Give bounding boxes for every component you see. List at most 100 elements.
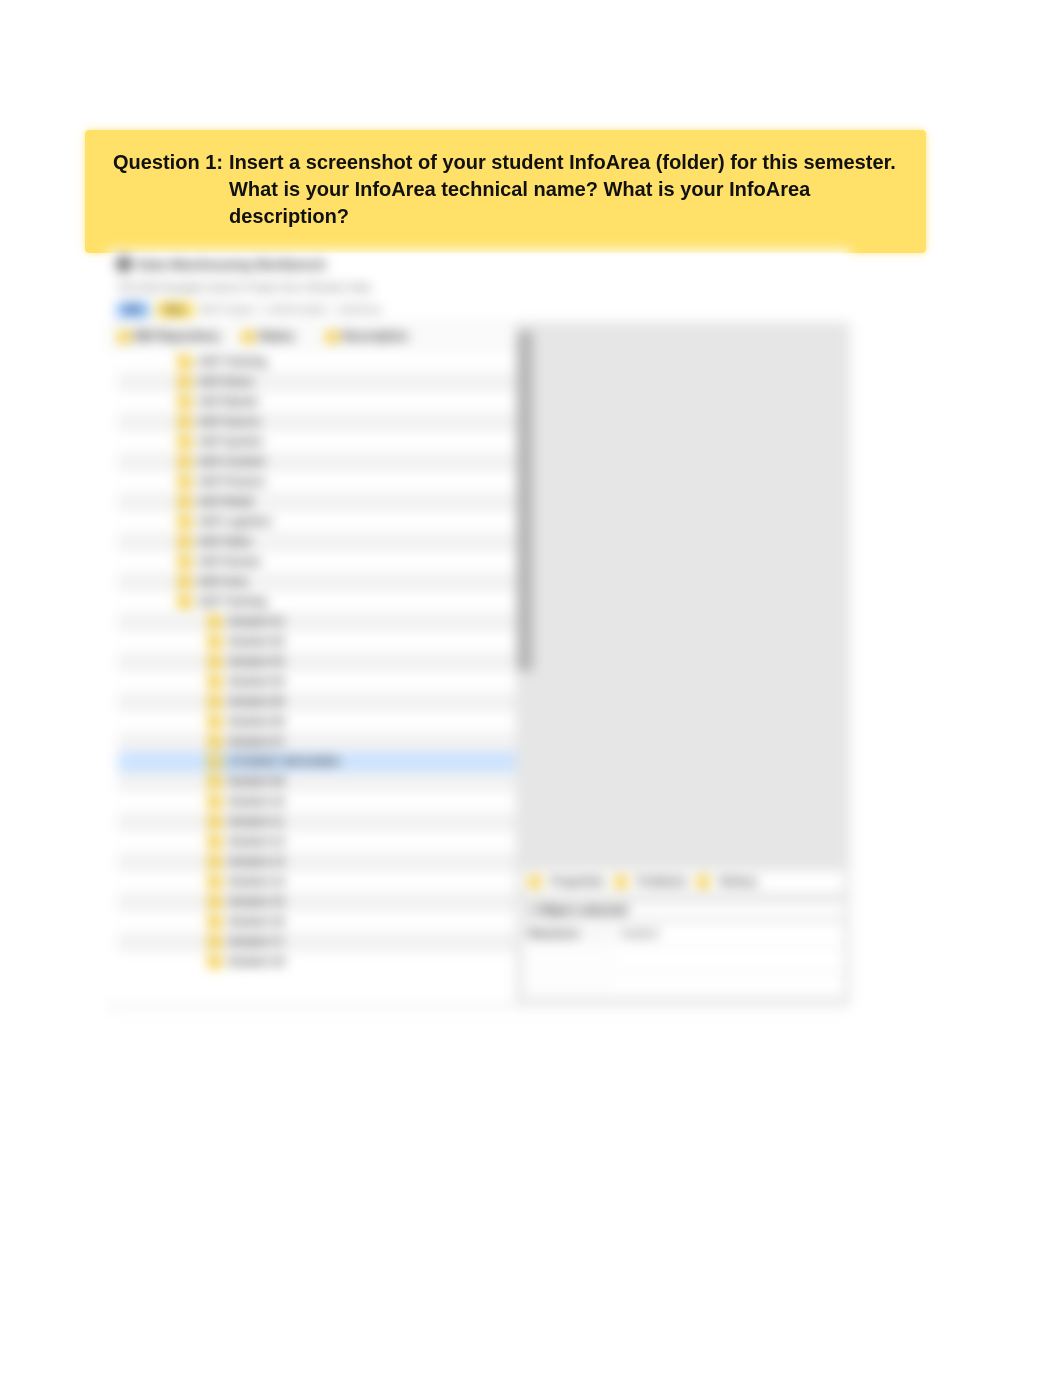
- tree-node[interactable]: SAP Finance: [118, 472, 516, 492]
- folder-icon: [178, 417, 192, 428]
- folder-icon: [208, 757, 222, 768]
- folder-icon: [178, 397, 192, 408]
- properties-row: [523, 972, 844, 997]
- folder-icon: [178, 577, 192, 588]
- tree-node-label: SAP Sales: [198, 536, 252, 548]
- tree-node[interactable]: SAP Sales: [118, 532, 516, 552]
- tree-node-label: SAP System: [198, 436, 263, 448]
- tree-node-label: Student 10: [228, 796, 284, 808]
- folder-icon: [118, 331, 130, 343]
- tree-node[interactable]: Student 09: [118, 772, 516, 792]
- tree-node-label: SAP Training: [198, 356, 266, 368]
- tree-node[interactable]: Student 11: [118, 812, 516, 832]
- tree-header: BW Repository Status Description: [108, 323, 516, 350]
- tree-node[interactable]: SAP Retail: [118, 492, 516, 512]
- tree-node-label: Student 04: [228, 676, 284, 688]
- folder-icon: [326, 331, 338, 343]
- tree-node[interactable]: SAP Area: [118, 572, 516, 592]
- tree-node[interactable]: Student 04: [118, 672, 516, 692]
- tree-node[interactable]: SAP Source: [118, 412, 516, 432]
- tree-node[interactable]: Student 05: [118, 692, 516, 712]
- toolbar-chip-run[interactable]: Run: [156, 302, 193, 318]
- tree-node[interactable]: Student 13: [118, 852, 516, 872]
- tree-node-label: Student 06: [228, 716, 284, 728]
- folder-icon: [178, 517, 192, 528]
- tree-node[interactable]: SAP Training: [118, 352, 516, 372]
- tree-node-label: Student 02: [228, 636, 284, 648]
- tree-node[interactable]: SAP Logistics: [118, 512, 516, 532]
- tree-node[interactable]: Student 15: [118, 892, 516, 912]
- toolbar-chip-bw[interactable]: BW: [116, 302, 150, 318]
- tree-node-label: SAP Area: [198, 576, 248, 588]
- tree-list[interactable]: SAP Training SAP Demo SAP Master SAP Source…: [108, 350, 516, 974]
- folder-icon: [208, 917, 222, 928]
- tree-node[interactable]: STUDENT INFOAREA: [118, 752, 516, 772]
- folder-icon: [178, 597, 192, 608]
- folder-icon: [208, 877, 222, 888]
- toolbar: BW Run BW Project > InfoProvider > InfoA…: [108, 298, 850, 323]
- tree-pane: BW Repository Status Description SAP Tra…: [108, 323, 517, 1003]
- tree-node[interactable]: Student 14: [118, 872, 516, 892]
- scrollbar[interactable]: [517, 331, 533, 671]
- tree-node-label: SAP Logistics: [198, 516, 272, 528]
- folder-icon: [208, 937, 222, 948]
- tree-node-label: SAP Finance: [198, 476, 265, 488]
- tree-node-label: Student 12: [228, 836, 284, 848]
- tree-node[interactable]: Student 12: [118, 832, 516, 852]
- tab-properties[interactable]: Properties: [551, 876, 605, 888]
- property-value: Student: [615, 926, 844, 942]
- tree-node-label: SAP Retail: [198, 496, 253, 508]
- tab-history[interactable]: History: [719, 876, 757, 888]
- tree-node-label: SAP Demo: [198, 376, 254, 388]
- tree-node-label: SAP Master: [198, 396, 259, 408]
- properties-tab-bar[interactable]: Properties Problems History: [523, 871, 844, 893]
- tree-node[interactable]: Student 10: [118, 792, 516, 812]
- tree-node[interactable]: Student 06: [118, 712, 516, 732]
- tree-node[interactable]: Student 02: [118, 632, 516, 652]
- menu-bar[interactable]: File Edit Navigate Search Project Run Wi…: [108, 278, 850, 298]
- tree-node[interactable]: SAP Human: [118, 552, 516, 572]
- tree-node-label: SAP Source: [198, 416, 261, 428]
- tree-node[interactable]: Student 16: [118, 912, 516, 932]
- properties-table: Resource Student: [523, 921, 844, 997]
- question-text: Insert a screenshot of your student Info…: [229, 150, 898, 231]
- folder-icon: [208, 657, 222, 668]
- tree-node-label: SAP Content: [198, 456, 265, 468]
- tree-node[interactable]: Student 18: [118, 952, 516, 972]
- tree-node-label: SAP Human: [198, 556, 261, 568]
- tree-node[interactable]: SAP Training: [118, 592, 516, 612]
- embedded-screenshot: Data Warehousing Workbench File Edit Nav…: [108, 250, 850, 1010]
- tree-node[interactable]: Student 03: [118, 652, 516, 672]
- folder-icon: [178, 437, 192, 448]
- tree-node[interactable]: Student 17: [118, 932, 516, 952]
- folder-icon: [178, 357, 192, 368]
- properties-title: 1 Object selected: [523, 903, 844, 917]
- folder-icon: [208, 897, 222, 908]
- folder-icon: [208, 677, 222, 688]
- folder-icon: [178, 497, 192, 508]
- tab-problems[interactable]: Problems: [637, 876, 687, 888]
- tree-node[interactable]: SAP System: [118, 432, 516, 452]
- folder-icon: [208, 857, 222, 868]
- tree-node-label: Student 15: [228, 896, 284, 908]
- tree-node[interactable]: SAP Demo: [118, 372, 516, 392]
- folder-icon: [178, 477, 192, 488]
- tree-node[interactable]: Student 07: [118, 732, 516, 752]
- folder-icon: [697, 876, 709, 888]
- tree-node[interactable]: SAP Master: [118, 392, 516, 412]
- folder-icon: [178, 457, 192, 468]
- tree-node-label: Student 09: [228, 776, 284, 788]
- tree-node-label: Student 03: [228, 656, 284, 668]
- tree-node[interactable]: SAP Content: [118, 452, 516, 472]
- window-titlebar: Data Warehousing Workbench: [108, 250, 850, 278]
- properties-row: Resource Student: [523, 921, 844, 946]
- tree-node-label: Student 11: [228, 816, 284, 828]
- question-label: Question 1:: [113, 150, 229, 177]
- folder-icon: [208, 777, 222, 788]
- detail-pane: Properties Problems History 1 Object sel…: [517, 323, 850, 1003]
- toolbar-path: BW Project > InfoProvider > InfoArea: [200, 304, 381, 316]
- folder-icon: [208, 817, 222, 828]
- tree-node-label: Student 14: [228, 876, 284, 888]
- window-title: Data Warehousing Workbench: [138, 257, 326, 272]
- tree-node[interactable]: Student 01: [118, 612, 516, 632]
